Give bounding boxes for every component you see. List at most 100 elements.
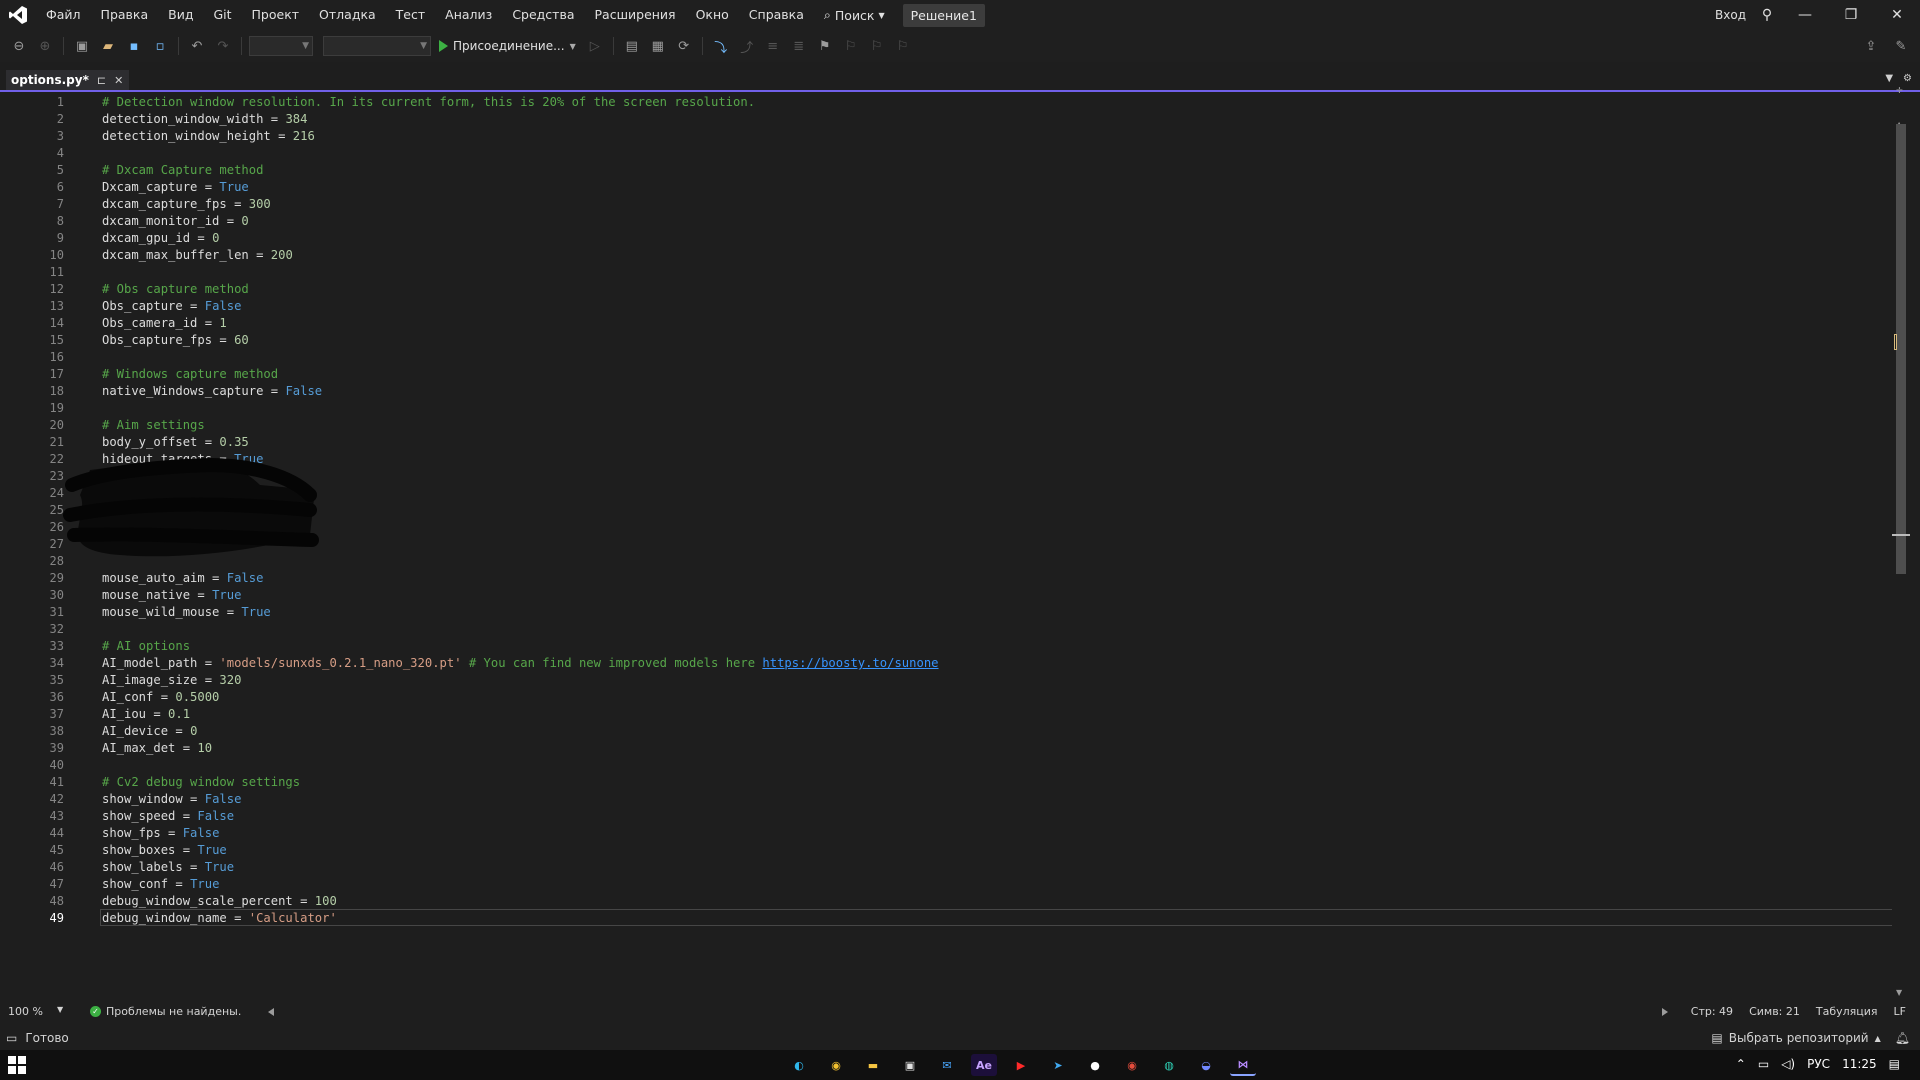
chrome-profile-icon[interactable]: ◉ [1119, 1054, 1145, 1076]
step-over-icon[interactable]: ⤴ [736, 35, 758, 57]
code-line[interactable]: dxcam_capture_fps = 300 [102, 196, 271, 213]
maximize-button[interactable]: ❐ [1828, 0, 1874, 30]
code-line[interactable]: hideout_targets = True [102, 451, 263, 468]
new-project-icon[interactable]: ▣ [71, 35, 93, 57]
code-line[interactable]: show_speed = False [102, 808, 234, 825]
windows-start-icon[interactable] [8, 1056, 26, 1074]
menu-item[interactable]: Проект [242, 0, 310, 30]
code-line[interactable]: mouse_auto_aim = False [102, 570, 263, 587]
code-line[interactable]: # Windows capture method [102, 366, 278, 383]
code-line[interactable]: AI_image_size = 320 [102, 672, 241, 689]
menu-item[interactable]: Правка [91, 0, 159, 30]
after-effects-icon[interactable]: Ae [971, 1054, 997, 1076]
zoom-dropdown[interactable]: 100 % ▼ [8, 1005, 63, 1018]
minimize-button[interactable]: — [1782, 0, 1828, 30]
code-line[interactable]: # AI options [102, 638, 190, 655]
search-menu[interactable]: ⌕ Поиск ▼ [814, 7, 895, 23]
previous-bookmark-icon[interactable]: ⚐ [840, 35, 862, 57]
code-line[interactable]: dxcam_gpu_id = 0 [102, 230, 219, 247]
pin-icon[interactable]: ⊏ [97, 74, 106, 87]
code-line[interactable]: show_conf = True [102, 876, 219, 893]
github-icon[interactable]: ● [1082, 1054, 1108, 1076]
horizontal-scrollbar[interactable] [268, 1007, 1668, 1017]
close-window-button[interactable]: ✕ [1874, 0, 1920, 30]
code-line[interactable]: Obs_capture_fps = 60 [102, 332, 249, 349]
attach-run-button[interactable]: Присоединение... ▼ [435, 39, 580, 53]
code-line[interactable]: mouse_smoothing = 2 [102, 536, 241, 553]
visual-studio-logo-icon[interactable] [0, 0, 36, 30]
code-line[interactable]: AI_model_path = 'models/sunxds_0.2.1_nan… [102, 655, 939, 672]
code-line[interactable]: mouse_break_force = 150 [102, 519, 271, 536]
youtube-icon[interactable]: ▶ [1008, 1054, 1034, 1076]
code-line[interactable]: # Dxcam Capture method [102, 162, 263, 179]
redo-icon[interactable]: ↷ [212, 35, 234, 57]
network-icon[interactable]: ▭ [1758, 1057, 1769, 1071]
account-icon[interactable]: ⚲ [1752, 0, 1782, 30]
telegram-icon[interactable]: ➤ [1045, 1054, 1071, 1076]
code-line[interactable]: AI_device = 0 [102, 723, 197, 740]
code-line[interactable]: show_labels = True [102, 859, 234, 876]
layout-icon[interactable]: ▦ [647, 35, 669, 57]
menu-item[interactable]: Отладка [309, 0, 386, 30]
discord-icon[interactable]: ◒ [1193, 1054, 1219, 1076]
menu-item[interactable]: Расширения [585, 0, 686, 30]
code-line[interactable]: # Mouse settings [102, 502, 219, 519]
code-line[interactable]: Obs_capture = False [102, 298, 241, 315]
column-position[interactable]: Симв: 21 [1749, 1005, 1800, 1018]
source-control-button[interactable]: ▤ Выбрать репозиторий ▲ [1711, 1031, 1880, 1045]
close-icon[interactable]: ✕ [114, 74, 123, 87]
code-line[interactable]: body_y_offset = 0.35 [102, 434, 249, 451]
volume-icon[interactable]: ◁) [1781, 1057, 1795, 1071]
code-line[interactable]: native_Windows_capture = False [102, 383, 322, 400]
platform-dropdown[interactable]: ▼ [323, 36, 431, 56]
menu-item[interactable]: Git [203, 0, 241, 30]
scroll-down-arrow[interactable]: ▼ [1896, 988, 1902, 997]
code-line[interactable]: mouse_native = True [102, 587, 241, 604]
code-line[interactable]: dxcam_monitor_id = 0 [102, 213, 249, 230]
code-line[interactable]: debug_window_name = 'Calculator' [102, 910, 337, 927]
save-icon[interactable]: ▪ [123, 35, 145, 57]
mail-icon[interactable]: ✉ [934, 1054, 960, 1076]
next-bookmark-icon[interactable]: ⚐ [866, 35, 888, 57]
code-line[interactable]: # Obs capture method [102, 281, 249, 298]
problems-indicator[interactable]: ✓ Проблемы не найдены. [90, 1005, 241, 1018]
split-editor-icon[interactable]: ✛ [1896, 86, 1903, 95]
code-line[interactable]: show_boxes = True [102, 842, 227, 859]
code-line[interactable]: AI_iou = 0.1 [102, 706, 190, 723]
code-line[interactable]: mouse_wild_mouse = True [102, 604, 271, 621]
open-file-icon[interactable]: ▰ [97, 35, 119, 57]
file-explorer-icon[interactable]: ▬ [860, 1054, 886, 1076]
code-line[interactable]: disable_h [102, 468, 168, 485]
sign-in-link[interactable]: Вход [1715, 8, 1746, 22]
notifications-bell-icon[interactable]: 🔔︎ [1895, 1031, 1910, 1045]
menu-item[interactable]: Тест [386, 0, 435, 30]
live-share-icon[interactable]: ⇪ [1860, 35, 1882, 57]
code-line[interactable]: AI_max_det = 10 [102, 740, 212, 757]
line-position[interactable]: Стр: 49 [1691, 1005, 1733, 1018]
browser-link-icon[interactable]: ▤ [621, 35, 643, 57]
show-hidden-icons-chevron-icon[interactable]: ⌃ [1736, 1057, 1746, 1071]
bookmark-icon[interactable]: ⚑ [814, 35, 836, 57]
tab-list-dropdown-icon[interactable]: ▼ [1885, 73, 1893, 84]
uncomment-icon[interactable]: ≣ [788, 35, 810, 57]
line-ending[interactable]: LF [1894, 1005, 1906, 1018]
menu-item[interactable]: Справка [739, 0, 814, 30]
code-line[interactable]: Dxcam_capture = True [102, 179, 249, 196]
edge-browser-icon[interactable]: ◐ [786, 1054, 812, 1076]
hot-reload-icon[interactable]: ⟳ [673, 35, 695, 57]
code-line[interactable]: show_fps = False [102, 825, 219, 842]
forward-navigation-icon[interactable]: ⊕ [34, 35, 56, 57]
save-all-icon[interactable]: ▫ [149, 35, 171, 57]
start-without-debugging-icon[interactable]: ▷ [584, 35, 606, 57]
feedback-icon[interactable]: ✎ [1890, 35, 1912, 57]
menu-item[interactable]: Средства [502, 0, 584, 30]
scroll-thumb[interactable] [1896, 124, 1906, 574]
undo-icon[interactable]: ↶ [186, 35, 208, 57]
output-window-icon[interactable]: ▭ [6, 1031, 17, 1045]
notification-center-icon[interactable]: ▤ [1889, 1057, 1900, 1071]
code-editor[interactable]: 1 2 3 4 5 6 7 8 9 10 11 12 13 14 15 16 17 18 19 20 21 22 23 24 2… [6, 94, 1896, 1002]
code-link[interactable]: https://boosty.to/sunone [762, 656, 938, 670]
indentation-mode[interactable]: Табуляция [1816, 1005, 1878, 1018]
code-line[interactable]: debug_window_scale_percent = 100 [102, 893, 337, 910]
step-into-icon[interactable]: ⤵ [710, 35, 732, 57]
